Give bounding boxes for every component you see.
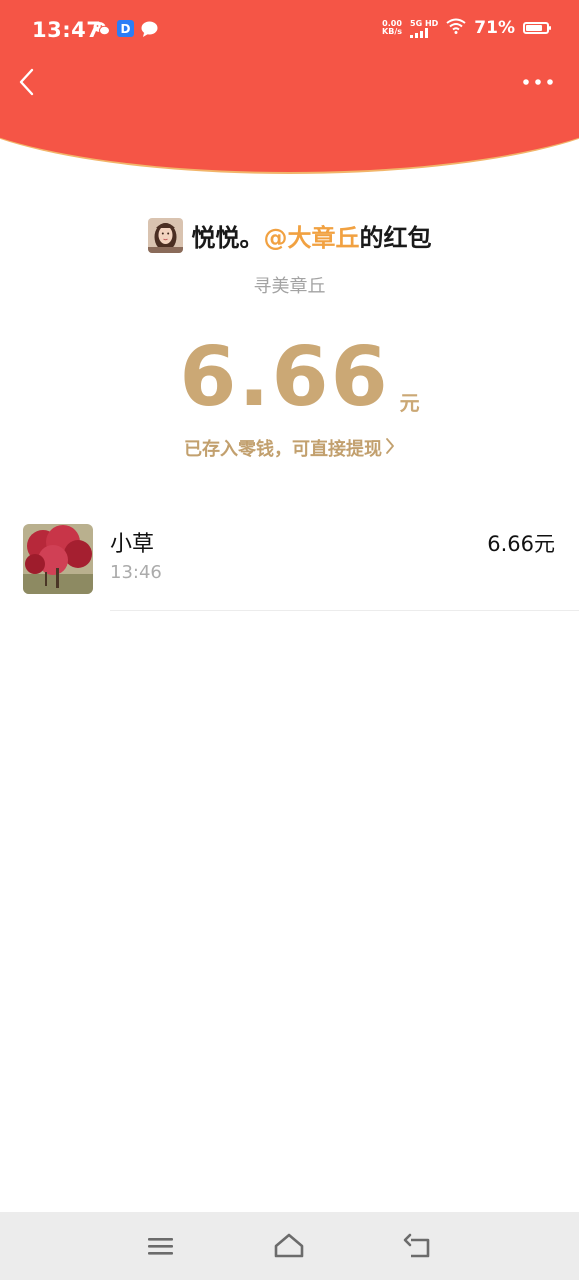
net-speed-unit: KB/s (382, 27, 403, 36)
menu-button[interactable] (145, 1231, 177, 1261)
status-bar: 13:47 D 0.00 KB/s 5G HD 71% (0, 0, 579, 62)
amount-value: 6.66 (179, 330, 390, 425)
sender-mention[interactable]: @大章丘 (264, 224, 360, 252)
home-icon (274, 1233, 304, 1258)
signal-icon: 5G HD (410, 19, 438, 38)
more-button[interactable] (521, 72, 555, 92)
more-dots-icon (523, 79, 553, 85)
network-label: 5G HD (410, 18, 439, 28)
receiver-time: 13:46 (110, 562, 162, 583)
red-packet-detail-screen: 13:47 D 0.00 KB/s 5G HD 71% 悦悦。@大章丘的红包 寻… (0, 0, 579, 1280)
withdraw-link-text: 已存入零钱，可直接提现 (184, 439, 382, 460)
status-time: 13:47 (32, 18, 102, 42)
notification-icons: D (93, 20, 158, 41)
system-navigation-bar (0, 1212, 579, 1280)
status-right-group: 0.00 KB/s 5G HD 71% (382, 18, 551, 38)
sender-line: 悦悦。@大章丘的红包 (0, 218, 579, 253)
sender-title: 悦悦。@大章丘的红包 (192, 218, 432, 253)
message-icon (141, 21, 158, 41)
battery-icon (523, 22, 551, 34)
sender-name: 悦悦。 (191, 224, 264, 252)
home-button[interactable] (273, 1231, 305, 1261)
back-nav-icon (403, 1233, 430, 1258)
packet-subtitle: 寻美章丘 (253, 276, 326, 297)
dingtalk-icon: D (117, 20, 134, 41)
amount-display: 6.66 元 (0, 332, 579, 424)
amount-unit: 元 (399, 391, 420, 415)
sender-suffix: 的红包 (359, 224, 432, 252)
receiver-amount: 6.66元 (487, 532, 555, 556)
top-navigation (0, 62, 579, 102)
divider (110, 610, 579, 611)
back-button[interactable] (14, 66, 42, 98)
battery-level-fill (526, 25, 542, 31)
withdraw-link[interactable]: 已存入零钱，可直接提现 (0, 435, 579, 461)
receiver-name: 小草 (110, 532, 155, 557)
svg-text:D: D (121, 22, 131, 36)
wifi-icon (446, 18, 466, 38)
wechat-icon (93, 21, 110, 40)
menu-icon (148, 1238, 173, 1255)
chevron-right-icon (385, 437, 395, 460)
battery-percent: 71% (474, 18, 515, 38)
chevron-left-icon (19, 68, 34, 96)
sender-avatar[interactable] (147, 218, 183, 253)
network-speed: 0.00 KB/s (382, 20, 402, 36)
receiver-avatar[interactable] (23, 524, 93, 594)
back-nav-button[interactable] (401, 1231, 433, 1261)
list-item[interactable]: 小草 13:46 6.66元 (0, 516, 579, 611)
